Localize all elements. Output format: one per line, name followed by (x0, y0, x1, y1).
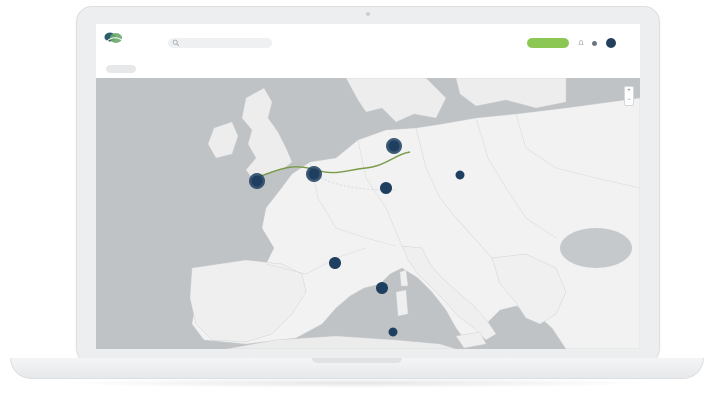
filter-chip-1[interactable] (106, 65, 136, 73)
search-input[interactable] (180, 39, 263, 47)
search-bar[interactable] (168, 38, 272, 48)
filter-chip-2[interactable] (146, 65, 172, 73)
map-cluster-poland[interactable] (455, 170, 465, 180)
primary-cta-button[interactable] (527, 38, 569, 48)
land-sardinia (395, 289, 409, 317)
leaf-logo-icon (104, 32, 123, 43)
bell-icon[interactable] (578, 40, 584, 46)
brand-logo[interactable] (104, 31, 152, 45)
top-bar (96, 24, 640, 60)
zoom-out-button[interactable]: − (625, 96, 633, 105)
status-dot (592, 41, 597, 46)
map-cluster-belgium[interactable] (306, 166, 322, 182)
map-cluster-italy-north[interactable] (329, 257, 341, 269)
laptop-base-notch (312, 358, 402, 363)
laptop-bezel: + − (76, 6, 660, 364)
map-view[interactable]: + − (96, 78, 640, 349)
black-sea (560, 228, 632, 268)
map-cluster-germany-north[interactable] (386, 138, 402, 154)
map-cluster-uk[interactable] (249, 173, 265, 189)
zoom-in-button[interactable]: + (625, 87, 633, 96)
laptop-shadow (60, 378, 652, 388)
avatar[interactable] (606, 38, 616, 48)
map-cluster-germany-south[interactable] (380, 182, 392, 194)
app-screen: + − (96, 24, 640, 349)
map-cluster-italy-central[interactable] (376, 282, 388, 294)
zoom-control: + − (624, 86, 634, 106)
camera-dot (366, 12, 370, 16)
map-cluster-sicily[interactable] (388, 327, 398, 337)
filter-chip-3[interactable] (182, 65, 216, 73)
laptop-base (10, 358, 704, 379)
filter-bar (96, 60, 640, 79)
europe-map (96, 78, 640, 349)
search-icon (172, 39, 180, 47)
